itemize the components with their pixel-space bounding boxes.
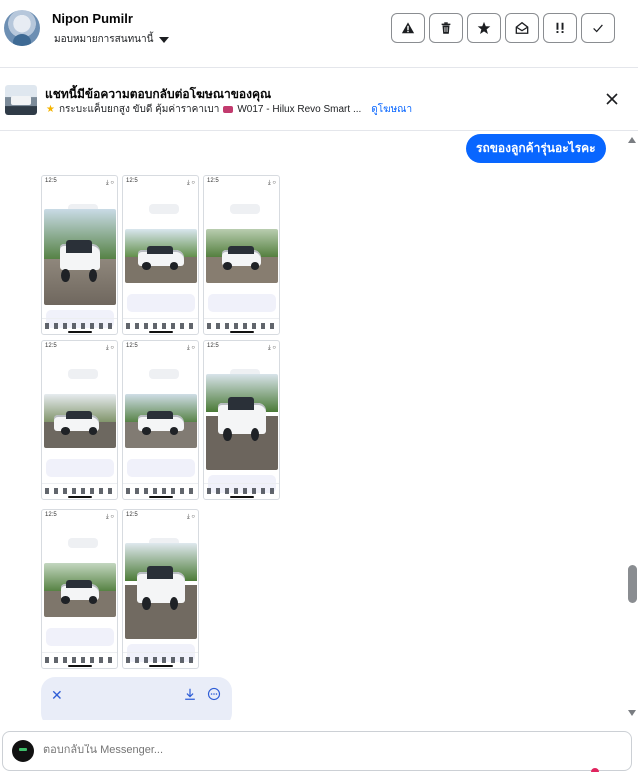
screenshot-attachment[interactable]: 12:5 ⤓ ○ [41,175,118,335]
status-icons: ⤓ ○ [106,345,114,351]
status-time: 12:5 [45,178,57,184]
screenshot-attachment[interactable]: 12:5 ⤓ ○ [41,509,118,669]
scrollbar-track[interactable] [626,134,638,722]
phone-nav-bar [123,652,198,668]
status-icons: ⤓ ○ [106,514,114,520]
priority-icon [556,22,564,33]
reply-composer [2,731,632,772]
scroll-up-arrow-icon[interactable] [628,137,636,143]
car-photo [125,543,197,639]
status-time: 12:5 [207,178,219,184]
screenshot-attachment[interactable]: 12:5 ⤓ ○ [122,175,199,335]
close-icon[interactable]: ✕ [51,687,63,704]
star-button[interactable] [467,13,501,43]
blurred-text [46,459,114,477]
truck-emoji-icon [223,106,234,113]
screenshot-attachment[interactable]: 12:5 ⤓ ○ [122,340,199,500]
attachment-preview: ✕ [41,677,232,720]
status-time: 12:5 [207,343,219,349]
status-icons: ⤓ ○ [268,180,276,186]
phone-nav-bar [123,483,198,499]
view-ad-link[interactable]: ดูโฆษณา [371,102,412,117]
blurred-text [68,369,98,379]
download-icon[interactable] [183,687,197,701]
more-options-icon[interactable] [207,687,221,701]
screenshot-attachment[interactable]: 12:5 ⤓ ○ [203,340,280,500]
assign-conversation-dropdown[interactable]: มอบหมายการสนทนานี้ [54,32,170,47]
blurred-text [127,459,195,477]
notification-dot [591,768,599,772]
phone-nav-bar [42,483,117,499]
status-time: 12:5 [126,512,138,518]
ad-description-prefix: กระบะแค็บยกสูง ขับดี คุ้มค่าราคาเบา [58,104,220,115]
priority-button[interactable] [543,13,577,43]
check-icon [593,24,603,33]
phone-nav-bar [204,483,279,499]
reply-input[interactable] [43,744,563,756]
car-photo [125,229,197,283]
blurred-text [149,204,179,214]
delete-button[interactable] [429,13,463,43]
ad-reply-banner: แชทนี้มีข้อความตอบกลับต่อโฆษณาของคุณ ★ ก… [0,69,638,131]
blurred-text [127,294,195,312]
close-icon[interactable] [604,91,620,107]
status-time: 12:5 [45,343,57,349]
car-photo [44,394,116,448]
outgoing-message[interactable]: รถของลูกค้ารุ่นอะไรคะ [466,134,606,163]
conversation-header: Nipon Pumilr มอบหมายการสนทนานี้ [0,0,638,68]
ad-thumbnail [5,85,37,115]
caret-down-icon [159,36,170,43]
blurred-text [149,369,179,379]
avatar[interactable] [4,10,40,46]
screenshot-attachment[interactable]: 12:5 ⤓ ○ [203,175,280,335]
status-icons: ⤓ ○ [187,514,195,520]
user-name[interactable]: Nipon Pumilr [52,11,133,26]
status-time: 12:5 [45,512,57,518]
mark-unread-icon [515,21,529,34]
blurred-text [208,294,276,312]
phone-nav-bar [123,318,198,334]
ad-description-suffix: W017 - Hilux Revo Smart ... [237,104,362,115]
status-icons: ⤓ ○ [187,180,195,186]
scrollbar-thumb[interactable] [628,565,637,603]
phone-nav-bar [204,318,279,334]
status-icons: ⤓ ○ [106,180,114,186]
status-time: 12:5 [126,343,138,349]
blurred-text [46,628,114,646]
scroll-down-arrow-icon[interactable] [628,710,636,716]
blurred-text [230,204,260,214]
phone-nav-bar [42,652,117,668]
car-photo [44,563,116,617]
warning-icon [401,22,415,34]
screenshot-attachment[interactable]: 12:5 ⤓ ○ [41,340,118,500]
car-photo [206,374,278,470]
report-button[interactable] [391,13,425,43]
status-icons: ⤓ ○ [187,345,195,351]
car-photo [44,209,116,305]
assign-label: มอบหมายการสนทนานี้ [54,34,154,45]
mark-done-button[interactable] [581,13,615,43]
car-photo [206,229,278,283]
star-icon [477,21,491,34]
star-emoji-icon: ★ [46,104,55,115]
phone-nav-bar [42,318,117,334]
screenshot-attachment[interactable]: 12:5 ⤓ ○ [122,509,199,669]
page-avatar [12,740,34,762]
ad-description: ★ กระบะแค็บยกสูง ขับดี คุ้มค่าราคาเบา W0… [46,102,412,117]
message-thread: รถของลูกค้ารุ่นอะไรคะ 12:5 ⤓ ○ 12:5 ⤓ ○ … [0,132,638,720]
status-icons: ⤓ ○ [268,345,276,351]
car-photo [125,394,197,448]
mark-unread-button[interactable] [505,13,539,43]
messenger-chat-window: Nipon Pumilr มอบหมายการสนทนานี้ แชทนี้มี… [0,0,638,772]
status-time: 12:5 [126,178,138,184]
header-actions [391,13,615,43]
blurred-text [68,538,98,548]
trash-icon [441,22,451,34]
